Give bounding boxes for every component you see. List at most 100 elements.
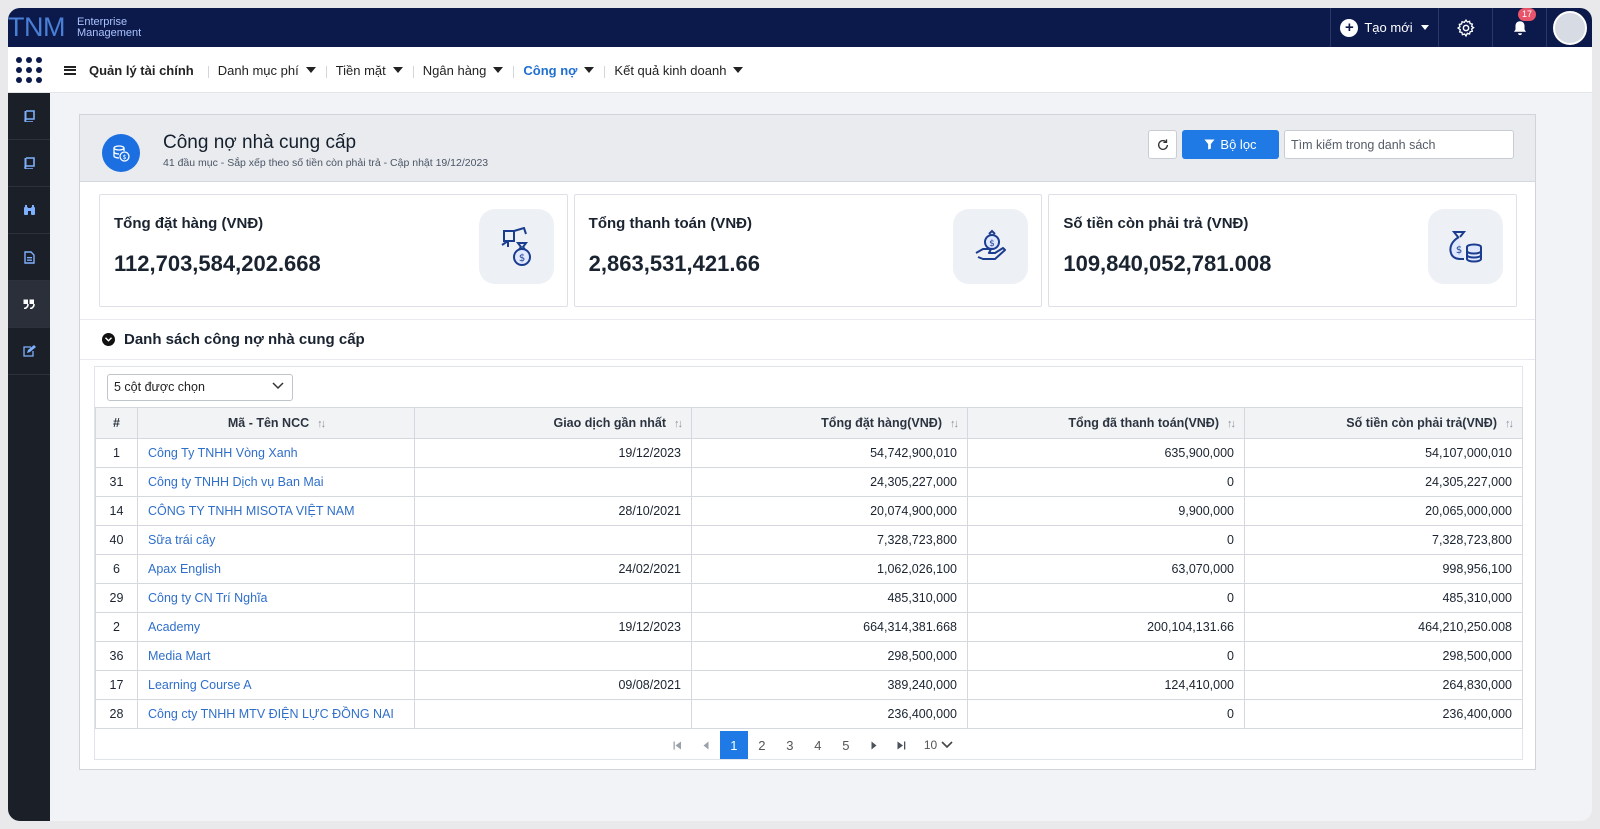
menu-item-debts[interactable]: Công nợ <box>513 63 604 78</box>
plus-icon: + <box>1340 18 1359 37</box>
supplier-name-link[interactable]: Công Ty TNHH Vòng Xanh <box>137 438 415 468</box>
total-order-cell: 54,742,900,010 <box>691 438 968 468</box>
column-header-total-paid[interactable]: Tổng đã thanh toán(VNĐ) ↑↓ <box>967 407 1245 439</box>
column-selector[interactable]: 5 cột được chọn <box>107 374 293 401</box>
column-header-remaining[interactable]: Số tiền còn phải trả(VNĐ) ↑↓ <box>1244 407 1523 439</box>
svg-text:$: $ <box>123 154 127 161</box>
supplier-name-link[interactable]: Academy <box>137 612 415 642</box>
list-section-header[interactable]: Danh sách công nợ nhà cung cấp <box>80 319 1535 360</box>
page-button[interactable]: 5 <box>832 731 860 759</box>
search-input[interactable] <box>1284 130 1514 159</box>
total-paid-cell: 9,900,000 <box>967 496 1245 526</box>
collapse-chevron-icon[interactable] <box>102 333 115 346</box>
stat-card-total-paid: Tổng thanh toán (VNĐ) 2,863,531,421.66 $ <box>573 194 1043 307</box>
total-order-cell: 664,314,381.668 <box>691 612 968 642</box>
edit-icon <box>22 345 36 357</box>
sidebar-item-edit[interactable] <box>8 328 50 375</box>
sidebar-item-book-2[interactable] <box>8 140 50 187</box>
supplier-name-link[interactable]: CÔNG TY TNHH MISOTA VIỆT NAM <box>137 496 415 526</box>
page-button[interactable]: 2 <box>748 731 776 759</box>
total-paid-cell: 0 <box>967 641 1245 671</box>
filter-label: Bộ lọc <box>1220 137 1257 152</box>
supplier-name-link[interactable]: Learning Course A <box>137 670 415 700</box>
last-transaction-cell <box>414 525 692 555</box>
supplier-name-link[interactable]: Apax English <box>137 554 415 584</box>
menu-item-finance[interactable]: Quản lý tài chính <box>64 63 208 78</box>
filter-button[interactable]: Bộ lọc <box>1182 130 1279 159</box>
remaining-cell: 998,956,100 <box>1244 554 1523 584</box>
column-header-last-transaction[interactable]: Giao dịch gần nhất ↑↓ <box>414 407 692 439</box>
page-button[interactable]: 1 <box>719 731 748 759</box>
table-row[interactable]: 2 Academy 19/12/2023 664,314,381.668 200,104… <box>95 612 1523 642</box>
sidebar-item-quote[interactable] <box>8 281 50 328</box>
stat-label: Tổng đặt hàng (VNĐ) <box>114 215 264 232</box>
menu-item-fee-categories[interactable]: Danh mục phí <box>207 63 326 78</box>
menu-item-label: Kết quả kinh doanh <box>614 62 727 78</box>
first-page-button[interactable] <box>664 731 692 759</box>
page-size-select[interactable]: 10 <box>924 738 953 752</box>
last-page-button[interactable] <box>888 731 916 759</box>
caret-down-icon <box>733 67 744 73</box>
book-icon <box>24 110 35 122</box>
stat-value: 109,840,052,781.008 <box>1063 251 1272 276</box>
sort-icon[interactable]: ↑↓ <box>950 418 959 430</box>
table-row[interactable]: 14 CÔNG TY TNHH MISOTA VIỆT NAM 28/10/2021… <box>95 496 1523 526</box>
supplier-name-link[interactable]: Công ty TNHH Dịch vụ Ban Mai <box>137 467 415 497</box>
prev-page-button[interactable] <box>692 731 720 759</box>
sidebar-item-document[interactable] <box>8 234 50 281</box>
sidebar-item-search[interactable] <box>8 187 50 234</box>
sidebar-item-book-1[interactable] <box>8 93 50 140</box>
menu-item-business-results[interactable]: Kết quả kinh doanh <box>604 63 753 78</box>
chevron-down-icon <box>272 382 284 390</box>
table-row[interactable]: 28 Công cty TNHH MTV ĐIỆN LỰC ĐỒNG NAI 236… <box>95 699 1523 729</box>
supplier-name-link[interactable]: Sữa trái cây <box>137 525 415 555</box>
sort-icon[interactable]: ↑↓ <box>317 418 326 430</box>
table-row[interactable]: 17 Learning Course A 09/08/2021 389,240,000… <box>95 670 1523 700</box>
sidebar <box>8 93 50 821</box>
remaining-cell: 464,210,250.008 <box>1244 612 1523 642</box>
caret-down-icon <box>1420 25 1429 30</box>
sort-icon[interactable]: ↑↓ <box>1227 418 1236 430</box>
settings-button[interactable] <box>1438 8 1492 47</box>
create-new-button[interactable]: + Tạo mới <box>1330 8 1438 47</box>
user-menu[interactable] <box>1546 8 1592 47</box>
svg-text:$: $ <box>1455 245 1461 256</box>
supplier-name-link[interactable]: Công cty TNHH MTV ĐIỆN LỰC ĐỒNG NAI <box>137 699 415 729</box>
page-button[interactable]: 3 <box>776 731 804 759</box>
brand[interactable]: TNM Enterprise Management <box>8 8 141 47</box>
table-row[interactable]: 31 Công ty TNHH Dịch vụ Ban Mai 24,305,227… <box>95 467 1523 497</box>
table-row[interactable]: 1 Công Ty TNHH Vòng Xanh 19/12/2023 54,742,… <box>95 438 1523 468</box>
table-row[interactable]: 6 Apax English 24/02/2021 1,062,026,100 63,0… <box>95 554 1523 584</box>
menu-item-label: Tiền mặt <box>335 62 386 78</box>
next-page-button[interactable] <box>860 731 888 759</box>
svg-text:$: $ <box>519 253 525 264</box>
coins-stack-icon: $ <box>102 134 140 172</box>
page-button[interactable]: 4 <box>804 731 832 759</box>
last-transaction-cell <box>414 699 692 729</box>
notifications-button[interactable]: 17 <box>1492 8 1546 47</box>
top-actions: + Tạo mới 17 <box>1330 8 1592 47</box>
menu-item-cash[interactable]: Tiền mặt <box>325 62 413 78</box>
last-transaction-cell <box>414 583 692 613</box>
refresh-button[interactable] <box>1148 130 1177 159</box>
table-row[interactable]: 36 Media Mart 298,500,000 0 298,500,000 <box>95 641 1523 671</box>
row-index-cell: 17 <box>95 670 138 700</box>
remaining-cell: 24,305,227,000 <box>1244 467 1523 497</box>
table-row[interactable]: 29 Công ty CN Trí Nghĩa 485,310,000 0 485,31… <box>95 583 1523 613</box>
sort-icon[interactable]: ↑↓ <box>1505 418 1514 430</box>
stat-label: Số tiền còn phải trả (VNĐ) <box>1063 215 1249 232</box>
supplier-name-link[interactable]: Công ty CN Trí Nghĩa <box>137 583 415 613</box>
summary-cards: Tổng đặt hàng (VNĐ) 112,703,584,202.668 … <box>99 194 1518 307</box>
column-header-supplier[interactable]: Mã - Tên NCC ↑↓ <box>137 407 415 439</box>
last-transaction-cell <box>414 467 692 497</box>
total-order-cell: 298,500,000 <box>691 641 968 671</box>
table-row[interactable]: 40 Sữa trái cây 7,328,723,800 0 7,328,723,80… <box>95 525 1523 555</box>
panel-header: $ Công nợ nhà cung cấp 41 đầu mục - Sắp … <box>80 115 1535 182</box>
column-header-total-order[interactable]: Tổng đặt hàng(VNĐ) ↑↓ <box>691 407 968 439</box>
row-index-cell: 2 <box>95 612 138 642</box>
menu-item-bank[interactable]: Ngân hàng <box>412 63 514 78</box>
sort-icon[interactable]: ↑↓ <box>674 418 683 430</box>
apps-grid-icon[interactable] <box>16 57 42 83</box>
row-index-cell: 36 <box>95 641 138 671</box>
supplier-name-link[interactable]: Media Mart <box>137 641 415 671</box>
